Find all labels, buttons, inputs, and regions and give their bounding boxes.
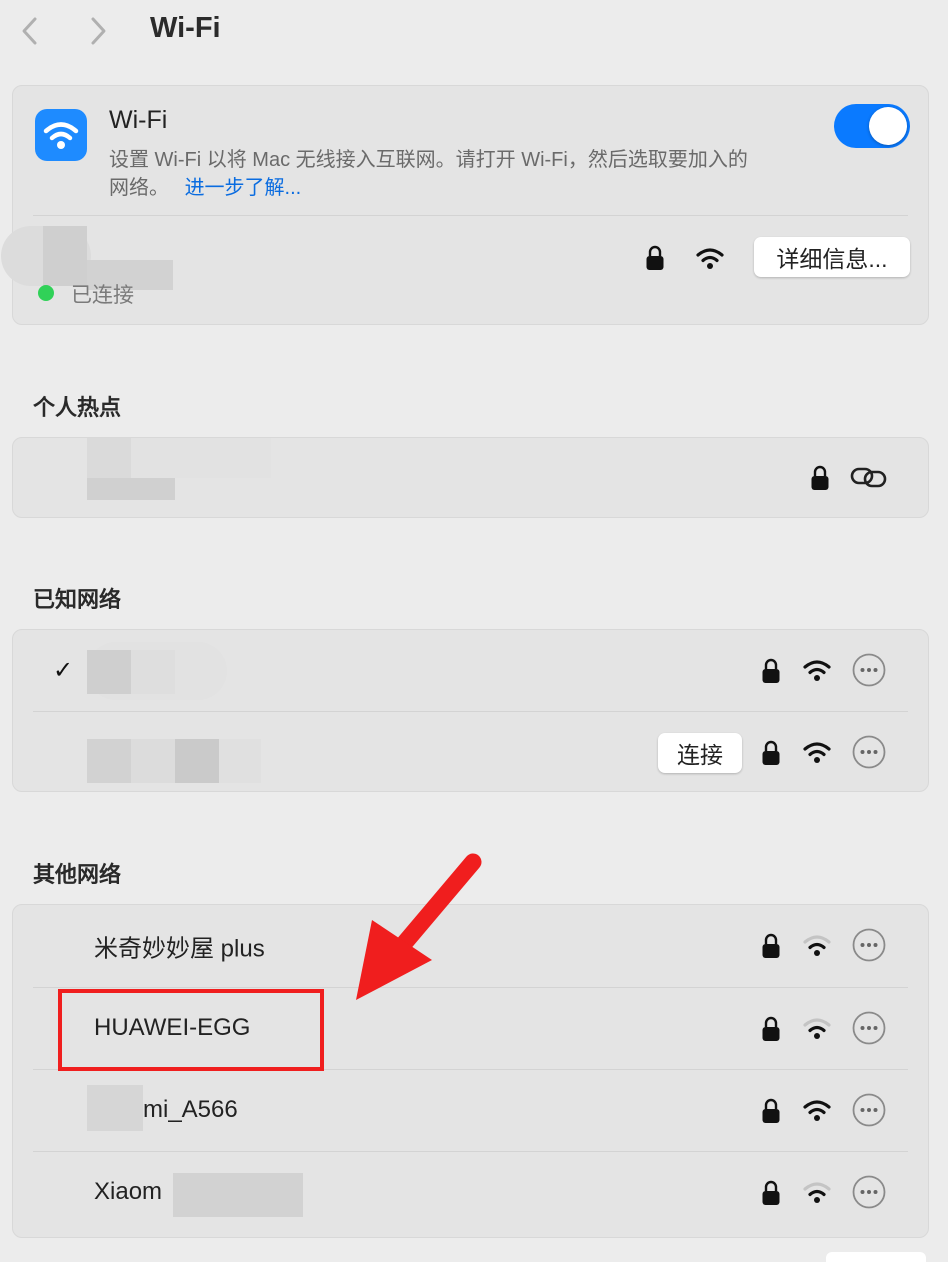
redacted-name — [219, 739, 261, 783]
lock-icon — [758, 654, 784, 688]
ellipsis-icon — [852, 1011, 886, 1045]
redacted-name — [87, 1085, 143, 1131]
lock-icon — [758, 1094, 784, 1128]
redacted-name — [87, 739, 131, 783]
ellipsis-icon — [852, 928, 886, 962]
wifi-weak-signal-icon — [800, 930, 834, 960]
partial-button — [826, 1252, 926, 1262]
more-options-button[interactable] — [852, 1093, 886, 1127]
connection-status: 已连接 — [71, 284, 134, 307]
redacted-name — [173, 1173, 303, 1217]
redacted-name — [43, 226, 87, 286]
wifi-description-line2: 网络。 进一步了解... — [109, 177, 302, 199]
wifi-signal-icon — [800, 1095, 834, 1125]
wifi-signal-icon — [693, 243, 727, 273]
toggle-knob — [869, 107, 907, 145]
redacted-name — [131, 739, 175, 783]
lock-icon — [758, 1012, 784, 1046]
wifi-signal-icon — [800, 655, 834, 685]
redacted-name — [87, 478, 175, 500]
hotspot-card — [12, 437, 929, 518]
ellipsis-icon — [852, 735, 886, 769]
known-network-row[interactable]: 连接 — [13, 711, 928, 793]
network-name: mi_A566 — [143, 1096, 238, 1123]
ellipsis-icon — [852, 1175, 886, 1209]
chevron-right-icon — [91, 17, 106, 45]
redacted-name — [131, 650, 175, 694]
highlight-box-annotation — [58, 989, 324, 1071]
section-title-known: 已知网络 — [33, 587, 122, 612]
wifi-toggle[interactable] — [834, 104, 910, 148]
wifi-weak-signal-icon — [800, 1013, 834, 1043]
ellipsis-icon — [852, 653, 886, 687]
wifi-weak-signal-icon — [800, 1177, 834, 1207]
lock-icon — [642, 241, 668, 275]
other-network-row[interactable]: Xiaom — [13, 1151, 928, 1233]
wifi-card: Wi-Fi 设置 Wi-Fi 以将 Mac 无线接入互联网。请打开 Wi-Fi，… — [1, 85, 929, 325]
network-name: Xiaom — [94, 1178, 163, 1205]
section-title-other: 其他网络 — [33, 862, 122, 887]
more-options-button[interactable] — [852, 1011, 886, 1045]
more-options-button[interactable] — [852, 735, 886, 769]
learn-more-link[interactable]: 进一步了解... — [185, 177, 302, 199]
more-options-button[interactable] — [852, 928, 886, 962]
wifi-signal-icon — [800, 737, 834, 767]
chevron-left-icon — [22, 17, 37, 45]
lock-icon — [758, 1176, 784, 1210]
lock-icon — [807, 461, 833, 495]
page-title: Wi-Fi — [150, 12, 221, 44]
red-arrow-annotation — [356, 853, 482, 1000]
wifi-title: Wi-Fi — [109, 106, 168, 134]
wifi-app-icon — [35, 109, 87, 161]
back-button[interactable] — [12, 14, 46, 48]
divider — [33, 215, 908, 216]
connect-button[interactable]: 连接 — [658, 733, 742, 773]
forward-button[interactable] — [82, 14, 116, 48]
checkmark-icon: ✓ — [53, 657, 74, 684]
redacted-name — [87, 650, 131, 694]
section-title-hotspot: 个人热点 — [33, 395, 122, 420]
wifi-description: 设置 Wi-Fi 以将 Mac 无线接入互联网。请打开 Wi-Fi，然后选取要加… — [109, 149, 748, 171]
redacted-name — [131, 438, 271, 478]
known-networks-card: ✓ 连接 — [12, 629, 929, 792]
more-options-button[interactable] — [852, 1175, 886, 1209]
lock-icon — [758, 929, 784, 963]
other-network-row[interactable]: mi_A566 — [13, 1069, 928, 1151]
network-name: 米奇妙妙屋 plus — [94, 935, 265, 963]
redacted-name — [175, 739, 219, 783]
lock-icon — [758, 736, 784, 770]
ellipsis-icon — [852, 1093, 886, 1127]
known-network-row[interactable]: ✓ — [13, 630, 928, 712]
connected-status-dot — [38, 285, 54, 301]
link-icon — [849, 462, 889, 492]
more-options-button[interactable] — [852, 653, 886, 687]
details-button[interactable]: 详细信息... — [754, 237, 910, 277]
